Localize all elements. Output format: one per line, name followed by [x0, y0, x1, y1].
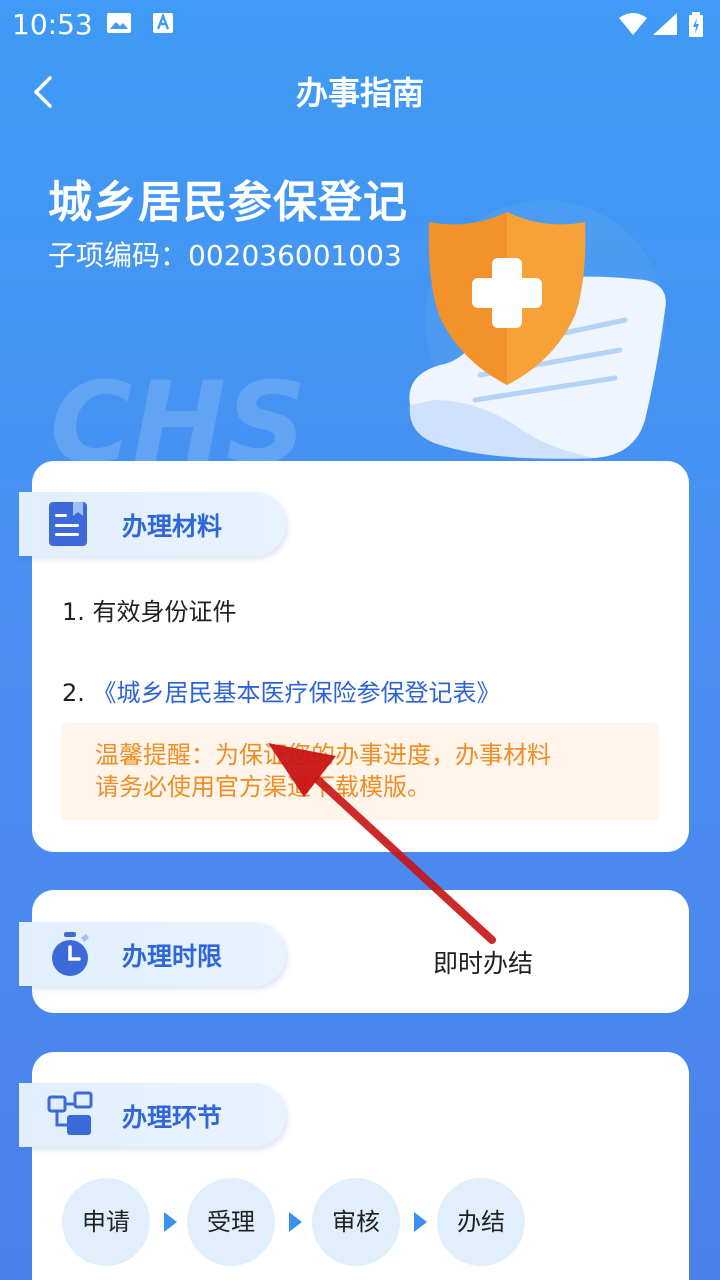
document-icon	[49, 502, 87, 546]
step-arrow-2	[289, 1212, 302, 1232]
step-arrow-1	[164, 1212, 177, 1232]
nav-bar: 办事指南	[0, 50, 720, 130]
status-time: 10:53	[12, 8, 93, 41]
process-tag-label: 办理环节	[122, 1103, 223, 1132]
page-title: 办事指南	[295, 74, 424, 112]
step-complete: 办结	[437, 1178, 525, 1266]
time-limit-tag-label: 办理时限	[122, 942, 223, 971]
battery-icon	[689, 12, 703, 37]
process-tag: 办理环节	[19, 1083, 286, 1147]
image-icon	[107, 13, 131, 33]
time-limit-tag: 办理时限	[19, 922, 286, 986]
service-code: 子项编码：002036001003	[48, 239, 402, 272]
status-bar: 10:53	[0, 0, 720, 48]
wifi-icon	[619, 13, 647, 35]
step-accept: 受理	[187, 1178, 275, 1266]
registration-form-link[interactable]: 《城乡居民基本医疗保险参保登记表》	[93, 679, 501, 707]
font-icon	[153, 12, 173, 33]
notice-line-2: 请务必使用官方渠道下载模版。	[95, 773, 431, 801]
flowchart-icon	[47, 1091, 93, 1135]
notice-line-1: 温馨提醒：为保证您的办事进度，办事材料	[95, 741, 551, 769]
timer-icon	[52, 932, 89, 976]
time-limit-value: 即时办结	[433, 949, 534, 978]
material-item-2: 2. 《城乡居民基本医疗保险参保登记表》	[62, 673, 501, 708]
material-item-2-number: 2.	[62, 679, 93, 707]
step-apply: 申请	[62, 1178, 150, 1266]
materials-tag-label: 办理材料	[122, 512, 223, 541]
step-review: 审核	[312, 1178, 400, 1266]
notice-box: 温馨提醒：为保证您的办事进度，办事材料 请务必使用官方渠道下载模版。	[61, 723, 659, 820]
materials-tag: 办理材料	[19, 492, 286, 556]
signal-icon	[653, 13, 677, 35]
chs-watermark-logo: CHS	[50, 372, 307, 472]
material-item-1: 1. 有效身份证件	[62, 598, 237, 626]
step-arrow-3	[414, 1212, 427, 1232]
svg-text:CHS: CHS	[50, 372, 307, 472]
insurance-shield-illustration	[409, 200, 666, 459]
service-title: 城乡居民参保登记	[48, 177, 408, 228]
